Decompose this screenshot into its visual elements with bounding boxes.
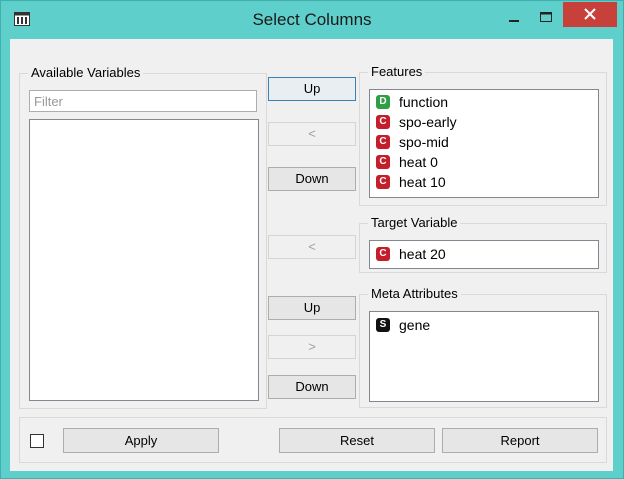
minimize-button[interactable] [499,7,529,27]
maximize-button[interactable] [531,7,561,27]
close-button[interactable] [563,2,617,27]
target-variable-group: Target Variable C heat 20 [359,215,607,273]
continuous-variable-icon: C [376,175,390,189]
variable-name: function [399,94,449,110]
features-move-left-button[interactable]: < [268,122,356,146]
auto-apply-checkbox[interactable] [30,434,44,448]
list-item[interactable]: D function [376,93,448,111]
continuous-variable-icon: C [376,135,390,149]
filter-input[interactable] [29,90,257,112]
list-item[interactable]: C heat 0 [376,153,438,171]
variable-name: gene [399,317,431,333]
report-button[interactable]: Report [442,428,598,453]
minimize-icon [509,20,519,22]
variable-name: heat 0 [399,154,438,170]
meta-attributes-list[interactable]: S gene [369,311,599,402]
continuous-variable-icon: C [376,115,390,129]
target-move-left-button[interactable]: < [268,235,356,259]
variable-name: spo-mid [399,134,449,150]
string-variable-icon: S [376,318,390,332]
meta-attributes-title: Meta Attributes [368,286,461,301]
available-variables-list[interactable] [29,119,259,401]
variable-name: spo-early [399,114,457,130]
apply-button[interactable]: Apply [63,428,219,453]
maximize-icon [540,12,552,22]
available-variables-group: Available Variables [19,65,267,409]
meta-attributes-group: Meta Attributes S gene [359,286,607,408]
window: Select Columns Available Variables Up < … [0,0,624,479]
features-down-button[interactable]: Down [268,167,356,191]
list-item[interactable]: C heat 20 [376,245,446,263]
window-title: Select Columns [252,10,372,29]
title-bar[interactable]: Select Columns [1,1,623,39]
close-icon [584,8,596,20]
features-group: Features D function C spo-early C spo-mi… [359,64,607,206]
target-variable-title: Target Variable [368,215,461,230]
features-up-button[interactable]: Up [268,77,356,101]
list-item[interactable]: C spo-early [376,113,457,131]
bottom-bar: Apply Reset Report [19,417,607,463]
dialog-body: Available Variables Up < Down Features D… [10,39,613,471]
meta-move-right-button[interactable]: > [268,335,356,359]
meta-up-button[interactable]: Up [268,296,356,320]
variable-name: heat 10 [399,174,446,190]
list-item[interactable]: S gene [376,316,430,334]
continuous-variable-icon: C [376,155,390,169]
features-list[interactable]: D function C spo-early C spo-mid C heat … [369,89,599,198]
variable-name: heat 20 [399,246,446,262]
continuous-variable-icon: C [376,247,390,261]
list-item[interactable]: C heat 10 [376,173,446,191]
reset-button[interactable]: Reset [279,428,435,453]
target-variable-list[interactable]: C heat 20 [369,240,599,269]
list-item[interactable]: C spo-mid [376,133,449,151]
meta-down-button[interactable]: Down [268,375,356,399]
available-variables-title: Available Variables [28,65,144,80]
features-title: Features [368,64,426,79]
discrete-variable-icon: D [376,95,390,109]
